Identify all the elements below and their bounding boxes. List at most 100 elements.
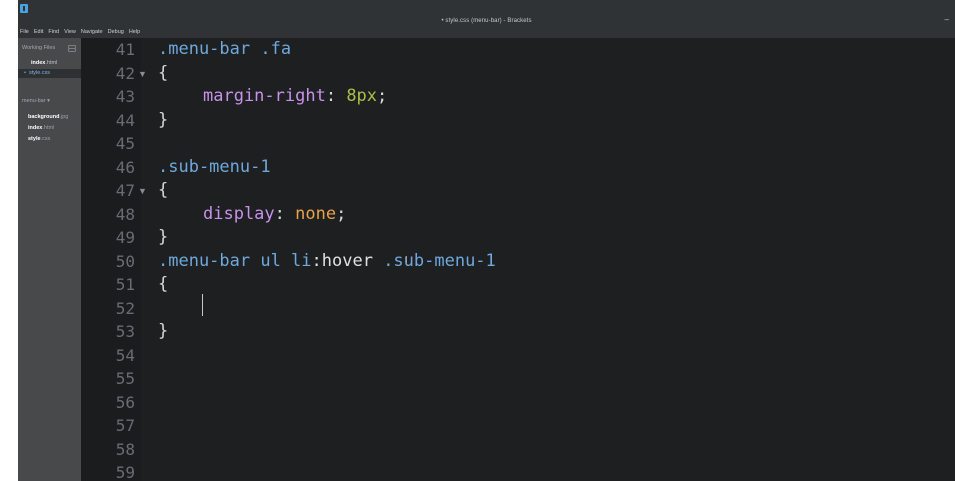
code-line-57[interactable]: 57 (81, 414, 955, 438)
code-line-47[interactable]: 47 ▼ { (81, 179, 955, 203)
line-number: 53 (115, 322, 135, 341)
line-number: 58 (115, 439, 135, 459)
code-text: margin-right: 8px; (203, 85, 387, 109)
sidebar: Working Files index.html • style.css menu… (18, 38, 81, 481)
code-line-52[interactable]: 52 (81, 297, 955, 321)
file-ext: .jpg (59, 114, 69, 120)
code-text: { (158, 273, 168, 297)
colon: : (274, 203, 296, 224)
code-line-53[interactable]: 53 } (81, 320, 955, 344)
code-line-45[interactable]: 45 (81, 132, 955, 156)
menu-help[interactable]: Help (129, 27, 140, 37)
close-brace: } (158, 109, 169, 130)
semicolon: ; (336, 203, 347, 224)
code-line-42[interactable]: 42 ▼ { (81, 62, 955, 86)
working-file-ext: .css (40, 70, 51, 76)
split-view-icon[interactable] (68, 45, 76, 52)
line-number: 51 (115, 275, 135, 294)
line-number: 46 (115, 157, 135, 177)
open-brace: { (158, 180, 169, 200)
file-tree-item-background-jpg[interactable]: background.jpg (28, 113, 68, 122)
working-files-header: Working Files (22, 45, 56, 51)
file-name: background (28, 114, 60, 120)
code-line-50[interactable]: 50 .menu-bar ul li:hover .sub-menu-1 (81, 250, 955, 274)
file-tree-item-style-css[interactable]: style.css (28, 135, 50, 144)
code-text: .menu-bar ul li:hover .sub-menu-1 (158, 250, 496, 274)
working-file-ext: .html (45, 60, 58, 66)
code-line-46[interactable]: 46 .sub-menu-1 (81, 156, 955, 180)
semicolon: ; (377, 86, 388, 106)
code-text: { (158, 62, 168, 86)
menu-find[interactable]: Find (48, 27, 59, 37)
code-text: .sub-menu-1 (158, 156, 271, 180)
line-number: 43 (115, 87, 135, 106)
line-number: 45 (115, 134, 135, 153)
fold-arrow-icon[interactable]: ▼ (138, 186, 147, 196)
code-line-49[interactable]: 49 } (81, 226, 955, 250)
line-number: 59 (115, 463, 135, 481)
working-file-index-html[interactable]: index.html (18, 59, 81, 68)
working-file-style-css[interactable]: • style.css (18, 69, 81, 78)
mouse-ibeam-cursor-icon: I (405, 255, 408, 266)
code-line-51[interactable]: 51 { (81, 273, 955, 297)
code-text: } (158, 320, 168, 344)
code-text: } (158, 109, 168, 133)
code-line-54[interactable]: 54 (81, 344, 955, 368)
brackets-logo-icon (20, 4, 28, 13)
window-title: • style.css (menu-bar) - Brackets (441, 18, 532, 24)
line-number: 49 (115, 228, 135, 247)
minimize-button[interactable]: – (945, 16, 949, 24)
line-number: 41 (115, 40, 135, 59)
fold-arrow-icon[interactable]: ▼ (138, 69, 147, 79)
close-brace: } (158, 321, 169, 341)
file-ext: .css (40, 136, 51, 142)
code-line-55[interactable]: 55 (81, 367, 955, 391)
open-brace: { (158, 62, 169, 83)
menu-edit[interactable]: Edit (34, 27, 43, 37)
css-selector: .sub-menu-1 (158, 156, 271, 177)
line-number: 48 (115, 204, 135, 224)
code-line-41[interactable]: 41 .menu-bar .fa (81, 38, 955, 62)
line-number: 42 (115, 63, 135, 83)
code-line-43[interactable]: 43 margin-right: 8px; (81, 85, 955, 109)
css-property: margin-right (203, 86, 326, 106)
code-text: } (158, 226, 168, 250)
code-editor[interactable]: 41 .menu-bar .fa 42 ▼ { 43 margin-right:… (81, 38, 955, 481)
css-pseudo-class: :hover (311, 250, 373, 271)
line-number: 52 (115, 298, 135, 318)
code-line-59[interactable]: 59 (81, 461, 955, 481)
menu-view[interactable]: View (64, 27, 76, 37)
css-number-value: 8px (346, 86, 378, 106)
line-number: 57 (115, 416, 135, 435)
line-number: 56 (115, 392, 135, 412)
file-tree-item-index-html[interactable]: index.html (28, 124, 54, 133)
line-number: 50 (115, 251, 135, 271)
menu-file[interactable]: File (20, 27, 29, 37)
menu-navigate[interactable]: Navigate (81, 27, 103, 37)
css-selector: .menu-bar .fa (158, 39, 292, 59)
file-name: style (28, 136, 41, 142)
working-file-name: style (28, 70, 41, 76)
menu-debug[interactable]: Debug (108, 27, 124, 37)
project-dropdown[interactable]: menu-bar ▾ (22, 98, 50, 104)
code-line-56[interactable]: 56 (81, 391, 955, 415)
file-name: index (28, 125, 43, 131)
text-caret (202, 294, 203, 316)
code-text: display: none; (203, 203, 346, 227)
line-number: 54 (115, 345, 135, 365)
code-line-58[interactable]: 58 (81, 438, 955, 462)
css-property: display (203, 203, 275, 224)
menu-bar: File Edit Find View Navigate Debug Help (20, 27, 145, 37)
line-number: 44 (115, 110, 135, 130)
css-keyword-value: none (295, 203, 337, 224)
css-selector: .sub-menu-1 (372, 250, 496, 271)
code-line-48[interactable]: 48 display: none; (81, 203, 955, 227)
code-text: { (158, 179, 168, 203)
unsaved-dot: • (24, 70, 26, 76)
title-bar: • style.css (menu-bar) - Brackets – File… (18, 0, 955, 38)
code-line-44[interactable]: 44 } (81, 109, 955, 133)
css-selector: .menu-bar ul li (158, 250, 312, 271)
brackets-window: • style.css (menu-bar) - Brackets – File… (18, 0, 955, 481)
colon: : (325, 86, 347, 106)
file-ext: .html (42, 125, 55, 131)
